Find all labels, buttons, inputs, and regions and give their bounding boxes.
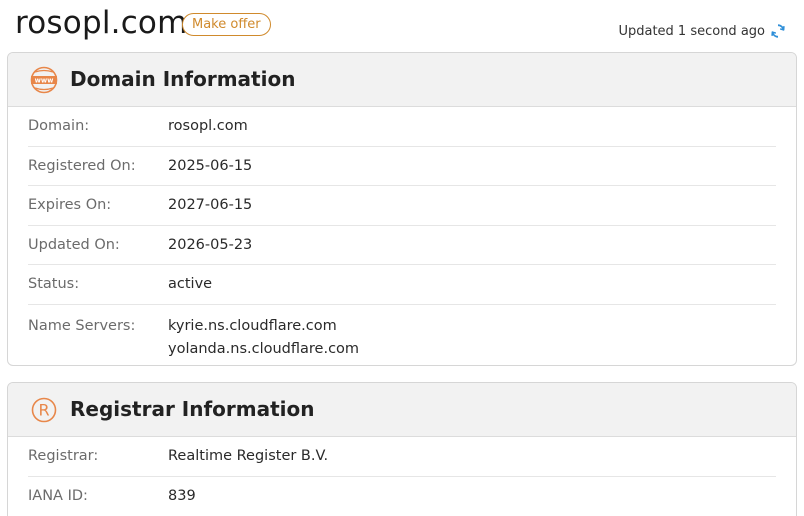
domain-information-header: www Domain Information (8, 53, 796, 107)
registrar-information-card: R Registrar Information Registrar: Realt… (7, 382, 797, 516)
registrar-row: Registrar: Realtime Register B.V. (28, 437, 776, 477)
registered-on-label: Registered On: (28, 157, 136, 174)
iana-id-row: IANA ID: 839 (28, 477, 776, 516)
domain-information-title: Domain Information (70, 67, 296, 91)
name-servers-label: Name Servers: (28, 317, 136, 334)
refresh-icon[interactable] (770, 23, 786, 39)
iana-id-value: 839 (168, 488, 196, 505)
registrar-info-rows: Registrar: Realtime Register B.V. IANA I… (8, 437, 796, 516)
registrar-value: Realtime Register B.V. (168, 448, 329, 465)
name-servers-list: kyrie.ns.cloudflare.com yolanda.ns.cloud… (168, 315, 359, 361)
page-header: rosopl.com Make offer Updated 1 second a… (0, 0, 804, 52)
expires-on-value: 2027-06-15 (168, 197, 253, 214)
domain-row: Domain: rosopl.com (28, 107, 776, 147)
expires-on-label: Expires On: (28, 197, 112, 214)
registered-trademark-icon: R (31, 397, 57, 423)
make-offer-button[interactable]: Make offer (182, 13, 271, 36)
domain-information-card: www Domain Information Domain: rosopl.co… (7, 52, 797, 366)
registrar-information-header: R Registrar Information (8, 383, 796, 437)
status-label: Status: (28, 276, 80, 293)
status-value: active (168, 276, 213, 293)
domain-title: rosopl.com (15, 5, 188, 41)
www-globe-icon: www (30, 66, 58, 94)
name-servers-row: Name Servers: kyrie.ns.cloudflare.com yo… (28, 305, 776, 365)
domain-info-rows: Domain: rosopl.com Registered On: 2025-0… (8, 107, 796, 365)
updated-on-label: Updated On: (28, 236, 120, 253)
registered-on-row: Registered On: 2025-06-15 (28, 147, 776, 186)
updated-text: Updated 1 second ago (618, 23, 765, 39)
expires-on-row: Expires On: 2027-06-15 (28, 186, 776, 226)
registrar-information-title: Registrar Information (70, 397, 315, 421)
iana-id-label: IANA ID: (28, 488, 88, 505)
svg-text:www: www (35, 77, 55, 85)
updated-status: Updated 1 second ago (618, 23, 786, 39)
svg-text:R: R (38, 401, 49, 420)
updated-on-value: 2026-05-23 (168, 236, 253, 253)
domain-value: rosopl.com (168, 118, 248, 135)
status-row: Status: active (28, 265, 776, 305)
registrar-label: Registrar: (28, 448, 99, 465)
registered-on-value: 2025-06-15 (168, 157, 253, 174)
name-server-item: yolanda.ns.cloudflare.com (168, 340, 360, 357)
domain-label: Domain: (28, 118, 90, 135)
name-server-item: kyrie.ns.cloudflare.com (168, 317, 337, 334)
updated-on-row: Updated On: 2026-05-23 (28, 226, 776, 265)
